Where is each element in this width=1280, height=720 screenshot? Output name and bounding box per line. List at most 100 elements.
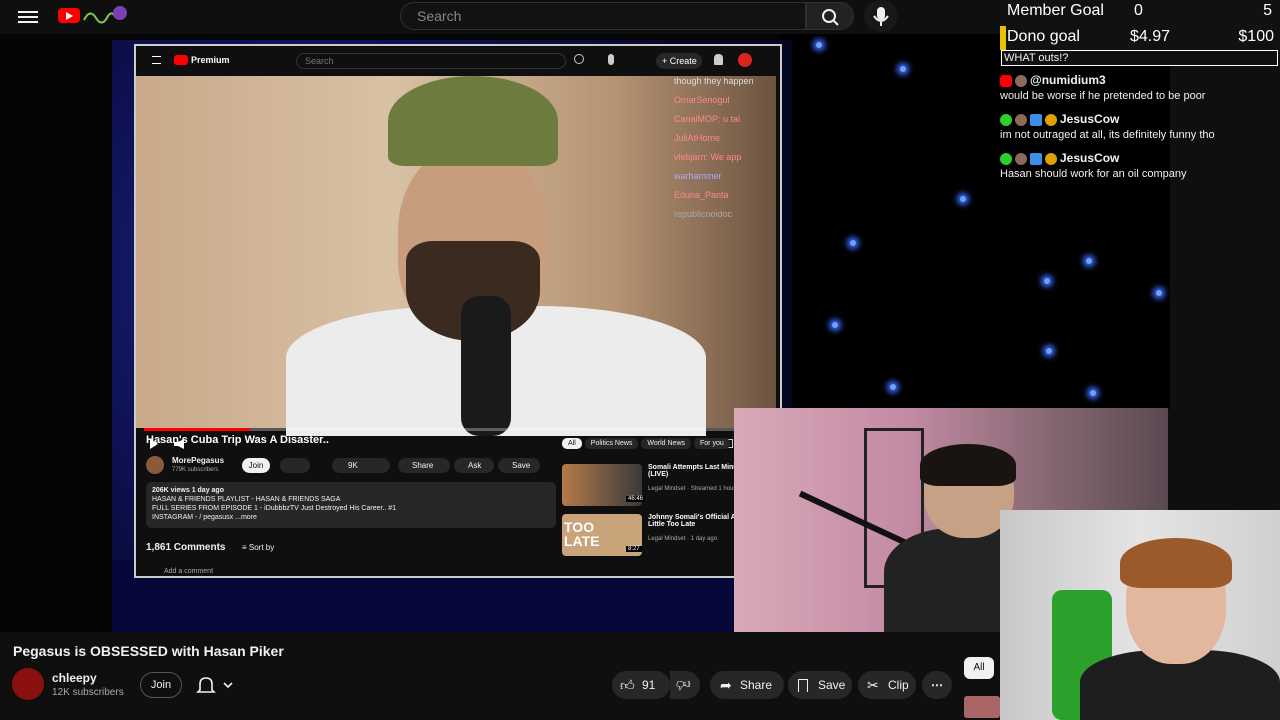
more-actions-button[interactable]: ⋯ — [922, 671, 952, 699]
dono-goal-current: $4.97 — [1130, 28, 1171, 45]
like-count: 91 — [642, 678, 656, 692]
embedded-desc-views: 206K views 1 day ago — [152, 487, 224, 494]
video-title: Pegasus is OBSESSED with Hasan Piker — [13, 643, 284, 659]
reactor-facecam — [1000, 510, 1280, 720]
dono-goal-target: $100 — [1238, 28, 1274, 45]
channel-avatar[interactable] — [12, 668, 44, 700]
embedded-comments-count: 1,861 Comments — [146, 542, 226, 553]
embedded-video-title: Hasan's Cuba Trip Was A Disaster.. — [146, 434, 329, 446]
embedded-bell-button[interactable] — [280, 458, 310, 473]
embedded-search-icon[interactable] — [574, 54, 584, 64]
embedded-sort-label: Sort by — [248, 543, 275, 552]
embedded-bell-icon[interactable] — [714, 54, 723, 65]
embedded-channel-avatar[interactable] — [146, 456, 164, 474]
streamer-hair — [920, 444, 1016, 486]
gift-badge-icon — [1045, 114, 1057, 127]
reactor-hair — [1120, 538, 1232, 588]
dono-goal-progress-fill — [1000, 26, 1006, 50]
overlay-chat-line: vlebjarn: We app — [674, 152, 742, 162]
embedded-add-comment[interactable]: Add a comment — [164, 568, 213, 575]
channel-name[interactable]: chleepy — [52, 671, 97, 685]
microphone-icon — [873, 7, 889, 26]
chat-text: im not outraged at all, its definitely f… — [1000, 129, 1215, 142]
like-button[interactable]: 👍︎ 91 — [612, 671, 670, 699]
recommendation-duration: 46:46 — [626, 496, 646, 502]
share-button[interactable]: ➦ Share — [710, 671, 784, 699]
embedded-description[interactable]: 206K views 1 day ago HASAN & FRIENDS PLA… — [146, 482, 556, 528]
embedded-progress-bar[interactable] — [144, 428, 768, 431]
overlay-chat-line: OmarSenogul — [674, 95, 730, 105]
member-goal-current: 0 — [1134, 2, 1143, 19]
embedded-progress-fill — [144, 428, 251, 431]
embedded-ask-label: Ask — [468, 461, 482, 470]
chat-message: JesusCow im not outraged at all, its def… — [1000, 112, 1280, 141]
overlay-chat-line: republicnoidoc — [674, 209, 733, 219]
menu-icon[interactable] — [18, 8, 38, 24]
embedded-save-button[interactable]: Save — [498, 458, 540, 473]
thumbs-down-icon: 👍︎ — [676, 677, 691, 693]
clip-label: Clip — [888, 678, 909, 692]
chip-for-you[interactable]: For you — [694, 438, 730, 449]
search-button[interactable] — [806, 2, 854, 30]
chat-text: would be worse if he pretended to be poo… — [1000, 90, 1206, 103]
embedded-menu-icon[interactable] — [152, 56, 161, 64]
embedded-mic-icon[interactable] — [608, 54, 614, 65]
embedded-channel-row: MorePegasus 779K subscribers Join 9K Sha… — [146, 452, 556, 476]
gift-badge-icon — [1045, 153, 1057, 166]
member-badge-icon — [1000, 153, 1012, 166]
chip-politics-news[interactable]: Politics News — [584, 438, 639, 449]
save-label: Save — [818, 678, 846, 692]
bookmark-icon — [798, 679, 808, 692]
embedded-youtube-logo-icon — [174, 55, 188, 65]
embedded-sort-button[interactable]: ≡ Sort by — [242, 543, 274, 552]
top-bar: Search — [0, 0, 1000, 34]
embedded-subscriber-count: 779K subscribers — [172, 467, 219, 473]
member-goal-label: Member Goal — [1007, 2, 1104, 19]
embedded-avatar[interactable] — [738, 53, 752, 67]
embedded-save-label: Save — [512, 461, 531, 470]
youtube-badge-icon — [1000, 75, 1012, 88]
embedded-ask-button[interactable]: Ask — [454, 458, 494, 473]
recommendation-duration: 8:27 — [626, 546, 642, 552]
embedded-channel-name[interactable]: MorePegasus — [172, 456, 224, 465]
embedded-desc-line: HASAN & FRIENDS PLAYLIST - HASAN & FRIEN… — [152, 496, 341, 503]
embedded-create-button[interactable]: + Create — [656, 53, 702, 69]
embedded-desc-line: INSTAGRAM - / pegasusx ...more — [152, 514, 257, 521]
overlay-chat-line: Eduna_Panta — [674, 190, 729, 200]
share-label: Share — [740, 678, 773, 692]
join-button[interactable]: Join — [140, 672, 182, 698]
youtube-logo-icon[interactable] — [58, 8, 80, 23]
search-input[interactable]: Search — [400, 2, 806, 30]
chat-avatar — [1015, 153, 1027, 166]
embedded-search-input[interactable]: Search — [296, 53, 566, 69]
clip-button[interactable]: ✂ Clip — [858, 671, 916, 699]
moderator-badge-icon — [1030, 114, 1042, 127]
chat-avatar — [1015, 75, 1027, 88]
chat-message: JesusCow Hasan should work for an oil co… — [1000, 151, 1280, 180]
chip-world-news[interactable]: World News — [641, 438, 692, 449]
notifications-button[interactable] — [192, 672, 240, 698]
member-goal-target: 5 — [1263, 2, 1272, 19]
embedded-top-bar: Premium Search + Create — [136, 46, 780, 76]
overlay-chat-line: CanalMOP: u tal — [674, 114, 741, 124]
dislike-button[interactable]: 👍︎ — [670, 671, 700, 699]
embedded-share-label: Share — [412, 461, 434, 470]
embedded-youtube-window: Premium Search + Create though they happ… — [134, 44, 782, 578]
chevron-down-icon — [223, 682, 233, 689]
voice-search-button[interactable] — [864, 0, 898, 32]
chip-all[interactable]: All — [562, 438, 582, 449]
embedded-share-button[interactable]: Share — [398, 458, 450, 473]
embedded-join-button[interactable]: Join — [242, 458, 270, 473]
channel-logo[interactable] — [82, 4, 127, 26]
recommendation-thumbnail[interactable] — [964, 696, 1000, 718]
embedded-like-button[interactable]: 9K — [332, 458, 390, 473]
scissors-icon: ✂ — [867, 677, 879, 693]
save-button[interactable]: Save — [788, 671, 852, 699]
dono-goal-row: Dono goal $4.97 $100 — [1000, 26, 1280, 50]
overlay-chat-line: warhammer — [674, 171, 722, 181]
embedded-video[interactable]: though they happen OmarSenogul CanalMOP:… — [136, 76, 776, 449]
chip-all[interactable]: All — [964, 657, 994, 679]
chat-text: Hasan should work for an oil company — [1000, 168, 1187, 181]
chat-avatar — [1015, 114, 1027, 127]
more-horizontal-icon: ⋯ — [931, 678, 943, 692]
